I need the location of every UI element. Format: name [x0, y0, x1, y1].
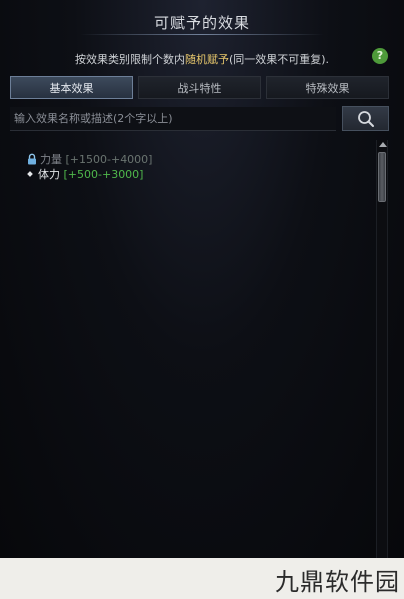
list-item-effect[interactable]: 体力 [+500-+3000]	[26, 166, 143, 182]
search-input[interactable]	[10, 107, 336, 130]
effect-name: 力量	[40, 153, 62, 166]
effect-range: [+500-+3000]	[63, 168, 144, 181]
lock-icon	[28, 153, 36, 165]
bullet-icon	[27, 171, 33, 177]
tab-special-effects[interactable]: 特殊效果	[266, 76, 389, 99]
scroll-up-arrow-icon[interactable]	[379, 142, 387, 147]
tab-bar: 基本效果 战斗特性 特殊效果	[10, 76, 390, 100]
list-item-locked-effect[interactable]: 力量 [+1500-+4000]	[26, 151, 152, 167]
title-divider	[80, 34, 324, 35]
scroll-thumb[interactable]	[378, 152, 386, 202]
help-button[interactable]: ?	[372, 48, 388, 64]
instruction-highlight: 随机赋予	[184, 53, 229, 66]
effects-panel: 可赋予的效果 按效果类别限制个数内随机赋予(同一效果不可重复). ? 基本效果 …	[0, 0, 404, 558]
search-icon	[358, 111, 374, 127]
tab-basic-effects[interactable]: 基本效果	[10, 76, 133, 99]
effects-list: 力量 [+1500-+4000] 体力 [+500-+3000]	[10, 140, 374, 558]
search-button[interactable]	[342, 106, 389, 131]
search-box	[10, 107, 336, 131]
instruction-prefix: 按效果类别限制个数内	[74, 53, 185, 66]
instruction-text: 按效果类别限制个数内随机赋予(同一效果不可重复).	[0, 51, 404, 67]
effect-range: [+1500-+4000]	[65, 153, 153, 166]
panel-title: 可赋予的效果	[153, 14, 250, 32]
tab-combat-traits[interactable]: 战斗特性	[138, 76, 261, 99]
watermark: 九鼎软件园	[275, 568, 400, 596]
instruction-suffix: (同一效果不可重复).	[228, 53, 330, 66]
effect-name: 体力	[38, 168, 60, 181]
scrollbar[interactable]	[376, 140, 388, 558]
